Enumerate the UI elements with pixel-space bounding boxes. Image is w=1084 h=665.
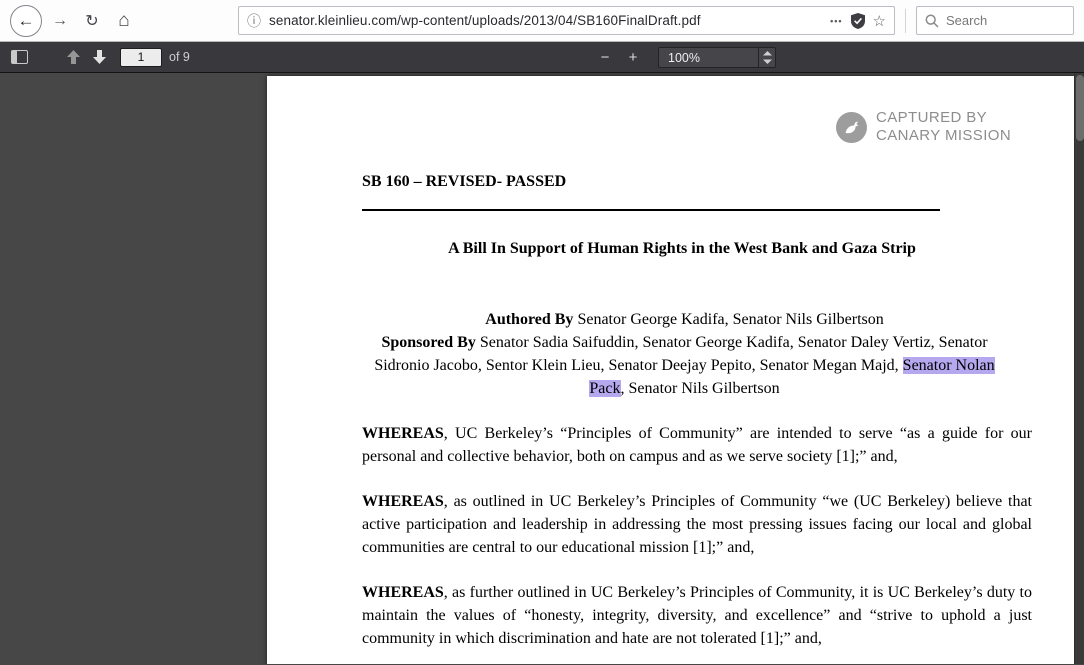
page-number-input[interactable] <box>120 47 162 67</box>
zoom-in-button[interactable]: + <box>620 45 646 70</box>
toggle-sidebar-button[interactable] <box>6 45 32 70</box>
pdf-page: CAPTURED BY CANARY MISSION SB 160 – REVI… <box>267 76 1074 664</box>
page-actions-icon[interactable]: ••• <box>830 16 842 26</box>
scrollbar-thumb[interactable] <box>1076 75 1084 141</box>
pdf-viewer[interactable]: CAPTURED BY CANARY MISSION SB 160 – REVI… <box>0 73 1084 664</box>
bill-title: A Bill In Support of Human Rights in the… <box>448 240 916 257</box>
next-page-button[interactable] <box>86 45 112 70</box>
page-down-icon <box>92 50 106 64</box>
shield-icon[interactable] <box>850 12 865 29</box>
zoom-controls: − + 100% <box>592 42 776 73</box>
document-content: SB 160 – REVISED- PASSED A Bill In Suppo… <box>362 76 1032 650</box>
authored-text: Senator George Kadifa, Senator Nils Gilb… <box>573 311 884 328</box>
site-info-icon[interactable]: ⓘ <box>247 11 261 31</box>
refresh-button[interactable]: ↻ <box>78 7 106 35</box>
page-up-icon <box>66 50 80 64</box>
whereas-label: WHEREAS <box>362 584 444 601</box>
whereas-paragraph-3: WHEREAS, as further outlined in UC Berke… <box>362 581 1032 650</box>
home-button[interactable]: ⌂ <box>110 7 138 35</box>
page-count-label: of 9 <box>169 50 190 64</box>
back-button[interactable]: ← <box>10 4 42 37</box>
document-heading: SB 160 – REVISED- PASSED <box>362 173 567 190</box>
bookmark-star-icon[interactable]: ☆ <box>873 12 886 30</box>
back-icon: ← <box>17 10 35 30</box>
zoom-in-icon: + <box>628 49 638 66</box>
whereas-paragraph-2: WHEREAS, as outlined in UC Berkeley’s Pr… <box>362 490 1032 559</box>
zoom-spinner-icon <box>758 48 775 67</box>
byline-block: Authored By Senator George Kadifa, Senat… <box>362 308 1007 400</box>
sponsored-label: Sponsored By <box>381 334 476 351</box>
refresh-icon: ↻ <box>85 12 99 30</box>
whereas-text: , UC Berkeley’s “Principles of Community… <box>362 425 1032 465</box>
whereas-text: , as further outlined in UC Berkeley’s P… <box>362 584 1032 647</box>
sponsored-line: Sponsored By Senator Sadia Saifuddin, Se… <box>362 331 1007 400</box>
sidebar-toggle-icon <box>10 50 28 64</box>
whereas-paragraph-1: WHEREAS, UC Berkeley’s “Principles of Co… <box>362 422 1032 468</box>
whereas-text: , as outlined in UC Berkeley’s Principle… <box>362 493 1032 556</box>
search-input[interactable] <box>946 13 1065 28</box>
toolbar-divider <box>905 8 906 33</box>
zoom-out-button[interactable]: − <box>592 45 618 70</box>
authored-label: Authored By <box>485 311 574 328</box>
sponsored-after: , Senator Nils Gilbertson <box>620 380 780 397</box>
whereas-label: WHEREAS <box>362 493 444 510</box>
heading-rule <box>362 209 940 211</box>
authored-line: Authored By Senator George Kadifa, Senat… <box>362 308 1007 331</box>
zoom-level-value: 100% <box>668 50 700 65</box>
home-icon: ⌂ <box>118 9 130 31</box>
whereas-label: WHEREAS <box>362 425 444 442</box>
url-bar[interactable]: ⓘ senator.kleinlieu.com/wp-content/uploa… <box>238 6 895 35</box>
pdf-toolbar: of 9 − + 100% <box>0 42 1084 73</box>
zoom-select[interactable]: 100% <box>658 47 776 68</box>
forward-button[interactable]: → <box>46 7 74 35</box>
url-text[interactable]: senator.kleinlieu.com/wp-content/uploads… <box>269 13 822 28</box>
search-icon <box>925 14 939 28</box>
zoom-out-icon: − <box>600 49 610 66</box>
search-box[interactable] <box>916 6 1074 35</box>
browser-toolbar: ← → ↻ ⌂ ⓘ senator.kleinlieu.com/wp-conte… <box>0 0 1084 42</box>
previous-page-button[interactable] <box>60 45 86 70</box>
scrollbar[interactable] <box>1074 73 1084 664</box>
forward-icon: → <box>52 11 68 29</box>
